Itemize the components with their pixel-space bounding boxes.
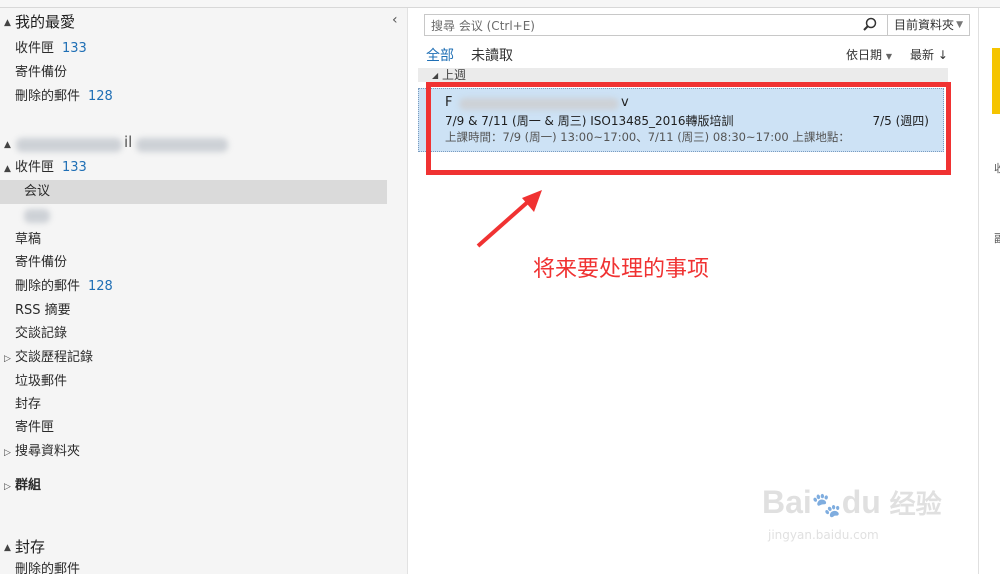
folder-search-folders[interactable]: ▷ 搜尋資料夾	[0, 440, 387, 464]
reading-pane-accent	[992, 48, 1000, 114]
favorite-deleted[interactable]: 刪除的郵件 128	[0, 85, 387, 109]
folder-conversation[interactable]: 交談記錄	[0, 322, 387, 346]
reading-pane-label-2: 副	[994, 232, 1000, 245]
collapse-pane-icon[interactable]: ‹	[392, 12, 398, 28]
folder-archive[interactable]: 封存	[0, 393, 387, 417]
search-input[interactable]: 搜尋 会议 (Ctrl+E)	[431, 17, 535, 34]
chevron-down-icon: ▼	[956, 20, 963, 30]
redacted-account	[16, 138, 122, 152]
reading-pane-label-1: 收	[994, 162, 1000, 175]
search-box[interactable]: 搜尋 会议 (Ctrl+E) 目前資料夾 ▼	[424, 14, 970, 36]
favorite-inbox[interactable]: 收件匣 133	[0, 37, 387, 61]
favorite-sent[interactable]: 寄件備份	[0, 61, 387, 85]
baidu-watermark: Bai🐾du 经验 jingyan.baidu.com	[762, 484, 942, 542]
account-header[interactable]: ▲ il	[0, 132, 387, 156]
folder-sent[interactable]: 寄件備份	[0, 251, 387, 275]
annotation-text: 将来要处理的事项	[533, 257, 710, 282]
folder-junk[interactable]: 垃圾郵件	[0, 370, 387, 394]
filter-unread[interactable]: 未讀取	[471, 45, 513, 65]
search-scope-dropdown[interactable]: 目前資料夾 ▼	[887, 15, 969, 35]
group-header-last-week[interactable]: ◢ 上週	[418, 68, 948, 82]
favorites-header[interactable]: ▲ 我的最愛	[0, 10, 387, 34]
folder-inbox[interactable]: ▲ 收件匣 133	[0, 156, 387, 180]
annotation-arrow-icon	[476, 190, 542, 248]
folder-meeting[interactable]: 会议	[0, 180, 387, 204]
folder-outbox[interactable]: 寄件匣	[0, 416, 387, 440]
filter-all[interactable]: 全部	[426, 45, 454, 65]
folder-deleted[interactable]: 刪除的郵件 128	[0, 275, 387, 299]
folder-rss[interactable]: RSS 摘要	[0, 299, 387, 323]
ribbon-strip	[0, 0, 1000, 8]
folder-conversation-history[interactable]: ▷ 交談歷程記錄	[0, 346, 387, 370]
archive-header[interactable]: ▲ 封存	[0, 535, 387, 559]
archive-deleted[interactable]: 刪除的郵件	[0, 558, 387, 574]
sort-by-dropdown[interactable]: 依日期 ▼	[846, 46, 892, 63]
annotation-highlight-box	[426, 82, 951, 175]
search-icon[interactable]	[859, 15, 881, 35]
folder-redacted[interactable]	[0, 204, 387, 228]
sort-order-toggle[interactable]: 最新 ↓	[910, 46, 948, 63]
groups-header[interactable]: ▷ 群組	[0, 474, 387, 498]
folder-drafts[interactable]: 草稿	[0, 228, 387, 252]
folder-pane: ‹ ▲ 我的最愛 收件匣 133 寄件備份 刪除的郵件 128 ▲ il ▲ 收件匣…	[0, 8, 408, 574]
expand-icon[interactable]: ▲	[4, 11, 11, 35]
